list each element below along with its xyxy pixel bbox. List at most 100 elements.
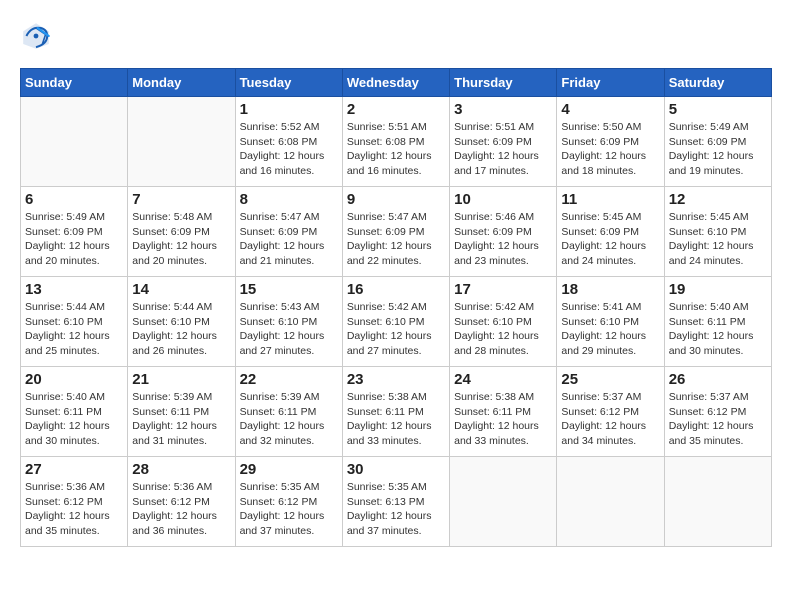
day-number: 15 [240, 281, 338, 298]
calendar-cell: 12 Sunrise: 5:45 AM Sunset: 6:10 PM Dayli… [664, 187, 771, 277]
calendar-cell [664, 457, 771, 547]
day-info: Sunrise: 5:36 AM Sunset: 6:12 PM Dayligh… [132, 480, 230, 539]
week-row-4: 20 Sunrise: 5:40 AM Sunset: 6:11 PM Dayli… [21, 367, 772, 457]
day-info: Sunrise: 5:38 AM Sunset: 6:11 PM Dayligh… [347, 390, 445, 449]
calendar-cell: 10 Sunrise: 5:46 AM Sunset: 6:09 PM Dayli… [450, 187, 557, 277]
day-number: 24 [454, 371, 552, 388]
day-info: Sunrise: 5:51 AM Sunset: 6:09 PM Dayligh… [454, 120, 552, 179]
day-number: 14 [132, 281, 230, 298]
calendar-cell: 13 Sunrise: 5:44 AM Sunset: 6:10 PM Dayli… [21, 277, 128, 367]
day-info: Sunrise: 5:44 AM Sunset: 6:10 PM Dayligh… [25, 300, 123, 359]
day-info: Sunrise: 5:37 AM Sunset: 6:12 PM Dayligh… [669, 390, 767, 449]
day-info: Sunrise: 5:38 AM Sunset: 6:11 PM Dayligh… [454, 390, 552, 449]
calendar-cell: 24 Sunrise: 5:38 AM Sunset: 6:11 PM Dayli… [450, 367, 557, 457]
calendar-cell: 9 Sunrise: 5:47 AM Sunset: 6:09 PM Daylig… [342, 187, 449, 277]
day-info: Sunrise: 5:37 AM Sunset: 6:12 PM Dayligh… [561, 390, 659, 449]
day-info: Sunrise: 5:39 AM Sunset: 6:11 PM Dayligh… [132, 390, 230, 449]
day-info: Sunrise: 5:51 AM Sunset: 6:08 PM Dayligh… [347, 120, 445, 179]
day-info: Sunrise: 5:47 AM Sunset: 6:09 PM Dayligh… [240, 210, 338, 269]
calendar-cell: 7 Sunrise: 5:48 AM Sunset: 6:09 PM Daylig… [128, 187, 235, 277]
day-number: 11 [561, 191, 659, 208]
calendar-cell: 23 Sunrise: 5:38 AM Sunset: 6:11 PM Dayli… [342, 367, 449, 457]
calendar-cell: 2 Sunrise: 5:51 AM Sunset: 6:08 PM Daylig… [342, 97, 449, 187]
day-number: 17 [454, 281, 552, 298]
header-day-tuesday: Tuesday [235, 69, 342, 97]
calendar-cell: 5 Sunrise: 5:49 AM Sunset: 6:09 PM Daylig… [664, 97, 771, 187]
day-number: 2 [347, 101, 445, 118]
day-info: Sunrise: 5:48 AM Sunset: 6:09 PM Dayligh… [132, 210, 230, 269]
day-number: 29 [240, 461, 338, 478]
header-day-wednesday: Wednesday [342, 69, 449, 97]
day-info: Sunrise: 5:40 AM Sunset: 6:11 PM Dayligh… [669, 300, 767, 359]
week-row-3: 13 Sunrise: 5:44 AM Sunset: 6:10 PM Dayli… [21, 277, 772, 367]
day-info: Sunrise: 5:49 AM Sunset: 6:09 PM Dayligh… [669, 120, 767, 179]
day-info: Sunrise: 5:45 AM Sunset: 6:10 PM Dayligh… [669, 210, 767, 269]
header-day-monday: Monday [128, 69, 235, 97]
calendar-cell: 26 Sunrise: 5:37 AM Sunset: 6:12 PM Dayli… [664, 367, 771, 457]
day-info: Sunrise: 5:35 AM Sunset: 6:13 PM Dayligh… [347, 480, 445, 539]
day-info: Sunrise: 5:39 AM Sunset: 6:11 PM Dayligh… [240, 390, 338, 449]
calendar-cell: 14 Sunrise: 5:44 AM Sunset: 6:10 PM Dayli… [128, 277, 235, 367]
header-day-friday: Friday [557, 69, 664, 97]
day-info: Sunrise: 5:41 AM Sunset: 6:10 PM Dayligh… [561, 300, 659, 359]
day-info: Sunrise: 5:50 AM Sunset: 6:09 PM Dayligh… [561, 120, 659, 179]
calendar-cell: 4 Sunrise: 5:50 AM Sunset: 6:09 PM Daylig… [557, 97, 664, 187]
logo-icon [20, 20, 52, 52]
calendar-cell: 8 Sunrise: 5:47 AM Sunset: 6:09 PM Daylig… [235, 187, 342, 277]
calendar-cell: 29Sunrise: 5:35 AM Sunset: 6:12 PM Dayli… [235, 457, 342, 547]
day-number: 3 [454, 101, 552, 118]
day-info: Sunrise: 5:43 AM Sunset: 6:10 PM Dayligh… [240, 300, 338, 359]
day-number: 10 [454, 191, 552, 208]
calendar-cell: 11Sunrise: 5:45 AM Sunset: 6:09 PM Dayli… [557, 187, 664, 277]
day-number: 21 [132, 371, 230, 388]
day-info: Sunrise: 5:46 AM Sunset: 6:09 PM Dayligh… [454, 210, 552, 269]
day-number: 30 [347, 461, 445, 478]
day-number: 27 [25, 461, 123, 478]
day-info: Sunrise: 5:40 AM Sunset: 6:11 PM Dayligh… [25, 390, 123, 449]
calendar-cell: 30 Sunrise: 5:35 AM Sunset: 6:13 PM Dayli… [342, 457, 449, 547]
week-row-1: 1Sunrise: 5:52 AM Sunset: 6:08 PM Daylig… [21, 97, 772, 187]
day-number: 22 [240, 371, 338, 388]
logo [20, 20, 56, 52]
day-number: 1 [240, 101, 338, 118]
day-number: 9 [347, 191, 445, 208]
day-number: 7 [132, 191, 230, 208]
calendar-cell: 6Sunrise: 5:49 AM Sunset: 6:09 PM Daylig… [21, 187, 128, 277]
calendar-cell [450, 457, 557, 547]
day-info: Sunrise: 5:44 AM Sunset: 6:10 PM Dayligh… [132, 300, 230, 359]
calendar-cell: 27 Sunrise: 5:36 AM Sunset: 6:12 PM Dayli… [21, 457, 128, 547]
calendar-cell [128, 97, 235, 187]
day-number: 4 [561, 101, 659, 118]
day-number: 23 [347, 371, 445, 388]
day-number: 16 [347, 281, 445, 298]
day-number: 28 [132, 461, 230, 478]
day-number: 25 [561, 371, 659, 388]
header-day-saturday: Saturday [664, 69, 771, 97]
day-number: 12 [669, 191, 767, 208]
day-info: Sunrise: 5:42 AM Sunset: 6:10 PM Dayligh… [347, 300, 445, 359]
day-number: 18 [561, 281, 659, 298]
calendar-cell: 3 Sunrise: 5:51 AM Sunset: 6:09 PM Daylig… [450, 97, 557, 187]
day-info: Sunrise: 5:36 AM Sunset: 6:12 PM Dayligh… [25, 480, 123, 539]
day-number: 6 [25, 191, 123, 208]
day-info: Sunrise: 5:47 AM Sunset: 6:09 PM Dayligh… [347, 210, 445, 269]
header-day-thursday: Thursday [450, 69, 557, 97]
calendar-cell: 21 Sunrise: 5:39 AM Sunset: 6:11 PM Dayli… [128, 367, 235, 457]
day-number: 26 [669, 371, 767, 388]
calendar-cell: 28 Sunrise: 5:36 AM Sunset: 6:12 PM Dayli… [128, 457, 235, 547]
week-row-2: 6Sunrise: 5:49 AM Sunset: 6:09 PM Daylig… [21, 187, 772, 277]
header-row: SundayMondayTuesdayWednesdayThursdayFrid… [21, 69, 772, 97]
calendar-cell: 17Sunrise: 5:42 AM Sunset: 6:10 PM Dayli… [450, 277, 557, 367]
header-day-sunday: Sunday [21, 69, 128, 97]
day-number: 5 [669, 101, 767, 118]
calendar-header: SundayMondayTuesdayWednesdayThursdayFrid… [21, 69, 772, 97]
calendar-cell: 22 Sunrise: 5:39 AM Sunset: 6:11 PM Dayli… [235, 367, 342, 457]
day-number: 20 [25, 371, 123, 388]
calendar-body: 1Sunrise: 5:52 AM Sunset: 6:08 PM Daylig… [21, 97, 772, 547]
calendar-table: SundayMondayTuesdayWednesdayThursdayFrid… [20, 68, 772, 547]
calendar-cell: 20 Sunrise: 5:40 AM Sunset: 6:11 PM Dayli… [21, 367, 128, 457]
day-number: 13 [25, 281, 123, 298]
calendar-cell [21, 97, 128, 187]
calendar-cell: 25 Sunrise: 5:37 AM Sunset: 6:12 PM Dayli… [557, 367, 664, 457]
day-number: 8 [240, 191, 338, 208]
